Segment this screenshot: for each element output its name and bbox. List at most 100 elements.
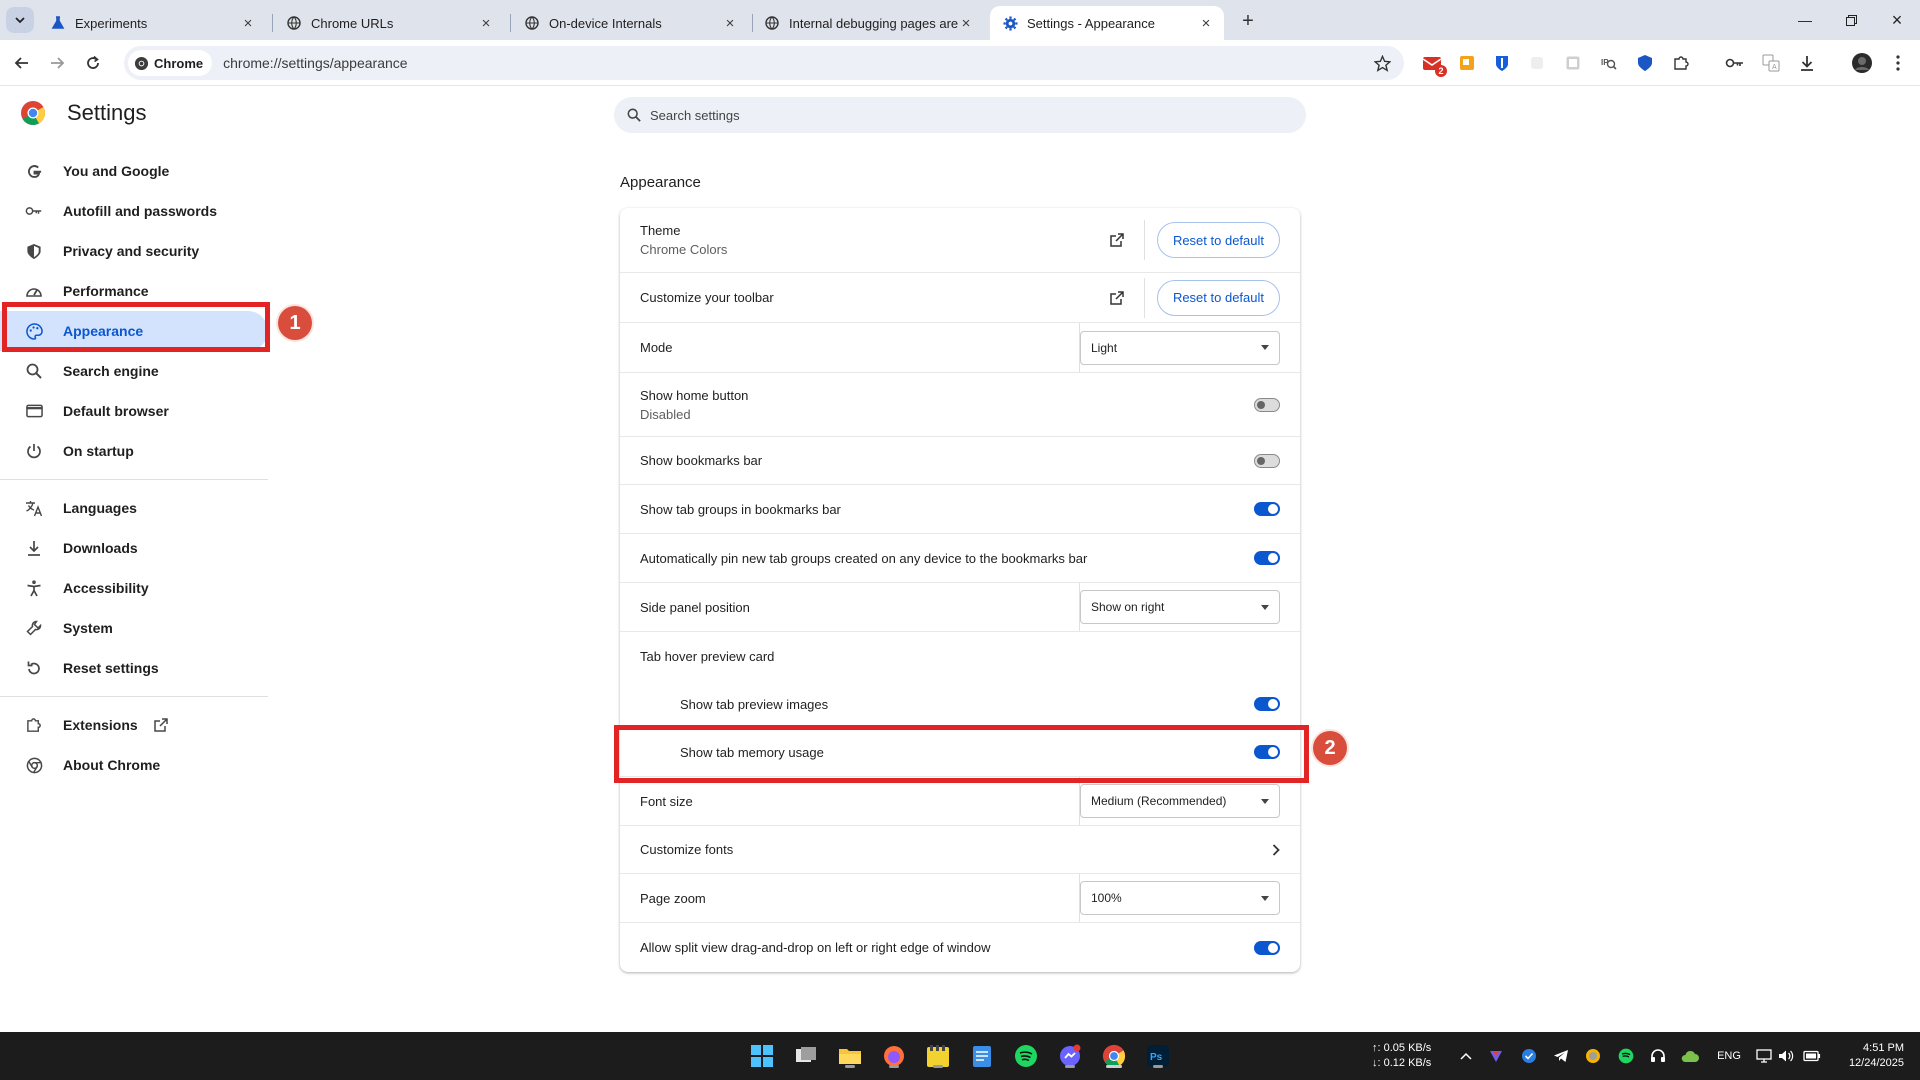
tab-search-button[interactable]	[6, 7, 34, 33]
sidebar-item-extensions[interactable]: Extensions	[0, 705, 268, 745]
split-view-row[interactable]: Allow split view drag-and-drop on left o…	[620, 922, 1300, 972]
sidebar-item-search-engine[interactable]: Search engine	[0, 351, 268, 391]
home-button-toggle[interactable]	[1254, 397, 1280, 412]
language-indicator[interactable]: ENG	[1716, 1046, 1742, 1066]
address-bar[interactable]: Chrome chrome://settings/appearance	[124, 46, 1404, 80]
tab-settings-appearance[interactable]: Settings - Appearance ×	[990, 6, 1224, 40]
minimize-button[interactable]: —	[1782, 0, 1828, 40]
profile-avatar[interactable]	[1850, 51, 1874, 75]
url-text[interactable]: chrome://settings/appearance	[223, 55, 407, 71]
show-hidden-icons-button[interactable]	[1456, 1046, 1476, 1066]
sidebar-item-accessibility[interactable]: Accessibility	[0, 568, 268, 608]
tray-telegram[interactable]	[1551, 1046, 1571, 1066]
close-icon[interactable]: ×	[478, 15, 494, 32]
extensions-menu-button[interactable]	[1669, 51, 1693, 75]
sidebar-item-system[interactable]: System	[0, 608, 268, 648]
sidebar-item-about-chrome[interactable]: About Chrome	[0, 745, 268, 785]
extension-ip[interactable]: IP	[1597, 51, 1621, 75]
preview-images-toggle[interactable]	[1254, 697, 1280, 711]
sidebar-item-default-browser[interactable]: Default browser	[0, 391, 268, 431]
chrome-menu-button[interactable]	[1886, 51, 1910, 75]
tray-headset[interactable]	[1648, 1046, 1668, 1066]
messenger-button[interactable]	[1055, 1041, 1085, 1071]
tray-volume[interactable]	[1776, 1046, 1796, 1066]
theme-row[interactable]: Theme Chrome Colors Reset to default	[620, 208, 1300, 272]
bookmarks-bar-row[interactable]: Show bookmarks bar	[620, 436, 1300, 484]
tray-spotify[interactable]	[1616, 1046, 1636, 1066]
tray-check[interactable]	[1519, 1046, 1539, 1066]
tab-groups-row[interactable]: Show tab groups in bookmarks bar	[620, 484, 1300, 533]
sidebar-item-reset-settings[interactable]: Reset settings	[0, 648, 268, 688]
spotify-button[interactable]	[1011, 1041, 1041, 1071]
task-view-button[interactable]	[791, 1041, 821, 1071]
network-speed: ↑: 0.05 KB/s ↓: 0.12 KB/s	[1372, 1041, 1431, 1071]
tab-chrome-urls[interactable]: Chrome URLs ×	[274, 6, 504, 40]
restore-button[interactable]	[1828, 0, 1874, 40]
auto-pin-row[interactable]: Automatically pin new tab groups created…	[620, 533, 1300, 582]
tray-battery[interactable]	[1802, 1046, 1822, 1066]
font-size-select[interactable]: Medium (Recommended)	[1080, 784, 1280, 818]
extension-mail[interactable]: 2	[1420, 51, 1447, 77]
close-window-button[interactable]: ×	[1874, 0, 1920, 40]
extension-notes[interactable]	[1455, 51, 1479, 75]
sidebar-item-privacy[interactable]: Privacy and security	[0, 231, 268, 271]
bookmark-star-button[interactable]	[1372, 53, 1392, 73]
page-zoom-select[interactable]: 100%	[1080, 881, 1280, 915]
reload-button[interactable]	[79, 49, 107, 77]
reset-theme-button[interactable]: Reset to default	[1156, 222, 1280, 258]
customize-fonts-row[interactable]: Customize fonts	[620, 825, 1300, 873]
close-icon[interactable]: ×	[722, 15, 738, 32]
back-button[interactable]	[8, 49, 36, 77]
photoshop-button[interactable]: Ps	[1143, 1041, 1173, 1071]
sidebar-item-languages[interactable]: Languages	[0, 488, 268, 528]
sidebar-item-on-startup[interactable]: On startup	[0, 431, 268, 471]
preview-images-row[interactable]: Show tab preview images	[620, 680, 1300, 728]
reset-toolbar-button[interactable]: Reset to default	[1156, 279, 1280, 316]
tray-display[interactable]	[1754, 1046, 1774, 1066]
auto-pin-toggle[interactable]	[1254, 551, 1280, 565]
extension-faded[interactable]	[1525, 51, 1549, 75]
tray-orb[interactable]	[1583, 1046, 1603, 1066]
file-explorer-button[interactable]	[835, 1041, 865, 1071]
settings-header: Settings	[20, 100, 147, 126]
open-theme-button[interactable]	[1101, 224, 1133, 256]
telegram-icon	[1554, 1050, 1568, 1062]
side-panel-select[interactable]: Show on right	[1080, 590, 1280, 624]
split-view-toggle[interactable]	[1254, 940, 1280, 955]
tab-groups-toggle[interactable]	[1254, 502, 1280, 516]
site-info-chip[interactable]: Chrome	[128, 50, 213, 76]
system-clock[interactable]: 4:51 PM 12/24/2025	[1849, 1041, 1904, 1071]
sidebar-item-you-and-google[interactable]: You and Google	[0, 151, 268, 191]
search-input[interactable]	[650, 107, 1250, 123]
new-tab-button[interactable]: +	[1234, 8, 1262, 34]
start-button[interactable]	[747, 1041, 777, 1071]
sidebar-item-autofill[interactable]: Autofill and passwords	[0, 191, 268, 231]
windows-logo-icon	[751, 1045, 773, 1067]
tab-experiments[interactable]: Experiments ×	[38, 6, 266, 40]
open-toolbar-button[interactable]	[1101, 282, 1133, 314]
forward-button[interactable]	[43, 49, 71, 77]
close-icon[interactable]: ×	[240, 15, 256, 32]
firefox-button[interactable]	[879, 1041, 909, 1071]
tab-internal-debugging[interactable]: Internal debugging pages are c ×	[752, 6, 984, 40]
sidebar-item-downloads[interactable]: Downloads	[0, 528, 268, 568]
extension-shield[interactable]	[1633, 51, 1657, 75]
tray-vpn[interactable]	[1486, 1046, 1506, 1066]
chrome-taskbar-button[interactable]	[1099, 1041, 1129, 1071]
sticky-notes-button[interactable]	[923, 1041, 953, 1071]
translate-button[interactable]: A	[1759, 51, 1783, 75]
close-icon[interactable]: ×	[958, 15, 974, 32]
home-button-row[interactable]: Show home button Disabled	[620, 372, 1300, 436]
extension-password-manager[interactable]	[1490, 51, 1514, 75]
extension-square[interactable]	[1561, 51, 1585, 75]
downloads-button[interactable]	[1795, 51, 1819, 75]
mode-select[interactable]: Light	[1080, 330, 1280, 365]
customize-toolbar-row[interactable]: Customize your toolbar Reset to default	[620, 272, 1300, 322]
bookmarks-bar-toggle[interactable]	[1254, 453, 1280, 468]
tab-on-device-internals[interactable]: On-device Internals ×	[512, 6, 748, 40]
tray-cloud[interactable]	[1680, 1046, 1700, 1066]
password-key-button[interactable]	[1723, 51, 1747, 75]
settings-search[interactable]	[614, 97, 1306, 133]
close-icon[interactable]: ×	[1198, 15, 1214, 32]
notepad-button[interactable]	[967, 1041, 997, 1071]
